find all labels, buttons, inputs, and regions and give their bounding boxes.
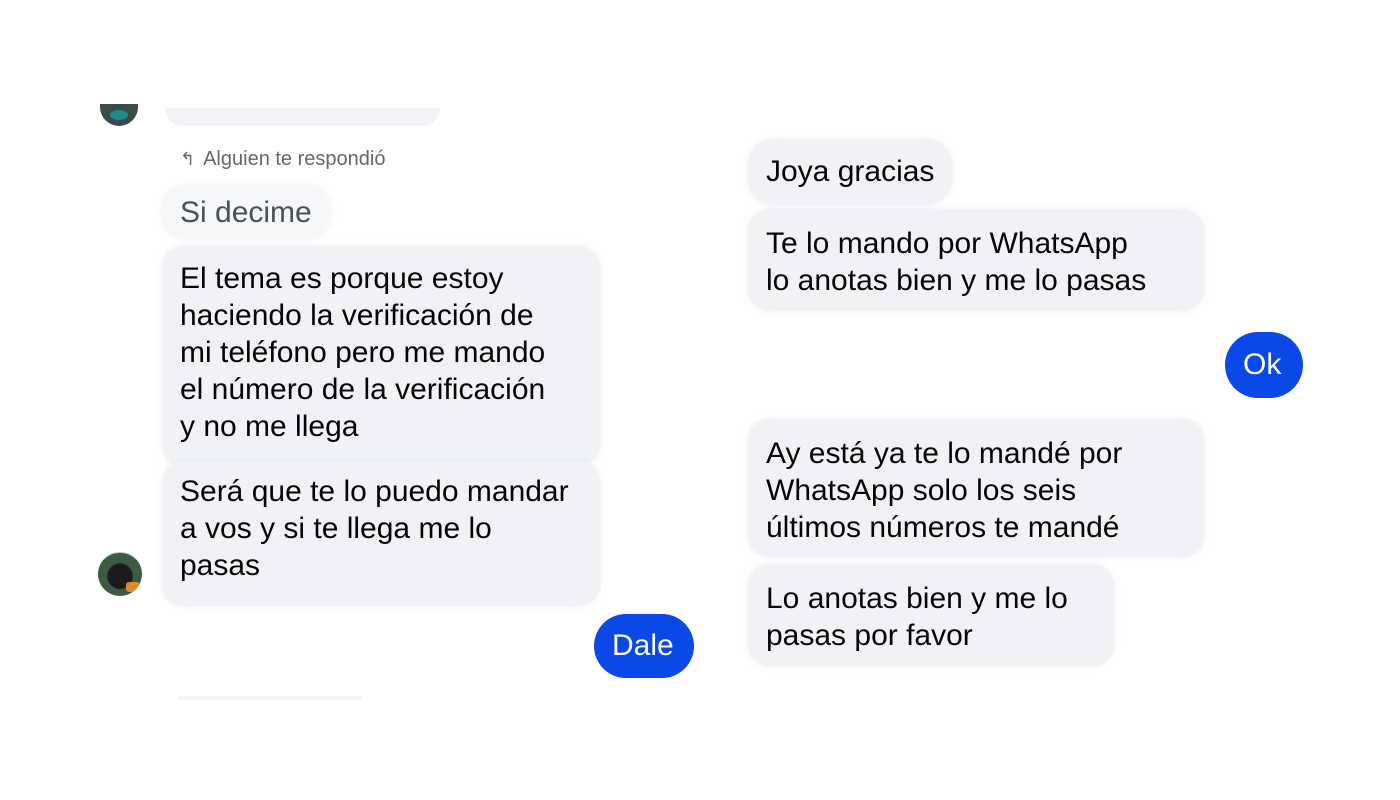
received-message[interactable]: Lo anotas bien y me lo pasas por favor <box>748 564 1114 666</box>
message-line: lo anotas bien y me lo pasas <box>766 264 1147 297</box>
received-message[interactable]: Te lo mando por WhatsApp lo anotas bien … <box>748 209 1204 311</box>
received-message[interactable]: Ay está ya te lo mandé por WhatsApp solo… <box>748 419 1204 557</box>
reply-note-text: Alguien te respondió <box>203 148 386 170</box>
received-message[interactable]: Joya gracias <box>748 139 953 205</box>
message-line: el número de la verificación <box>180 373 546 406</box>
message-line: Si decime <box>180 196 312 229</box>
received-message[interactable]: Será que te lo puedo mandar a vos y si t… <box>162 461 600 606</box>
sender-avatar[interactable] <box>98 552 142 596</box>
message-line: Será que te lo puedo mandar <box>180 475 569 508</box>
message-line: WhatsApp solo los seis <box>766 474 1077 507</box>
reply-note: ↰ Alguien te respondió <box>180 148 385 171</box>
message-line: pasas <box>180 549 261 582</box>
faded-divider <box>178 696 363 700</box>
received-message[interactable]: El tema es porque estoy haciendo la veri… <box>162 246 600 466</box>
reply-arrow-icon: ↰ <box>180 149 196 169</box>
message-line: mi teléfono pero me mando <box>180 336 546 369</box>
message-line: pasas por favor <box>766 619 973 652</box>
left-avatar-partial <box>100 104 138 126</box>
message-line: y no me llega <box>180 410 359 443</box>
message-line: Dale <box>612 629 674 662</box>
received-message[interactable]: Si decime <box>162 186 330 238</box>
message-line: últimos números te mandé <box>766 511 1120 544</box>
message-line: Joya gracias <box>766 155 935 188</box>
previous-message-edge <box>165 108 440 126</box>
message-line: Lo anotas bien y me lo <box>766 582 1068 615</box>
message-line: Te lo mando por WhatsApp <box>766 227 1128 260</box>
message-line: a vos y si te llega me lo <box>180 512 492 545</box>
sent-message[interactable]: Ok <box>1225 332 1303 398</box>
message-line: haciendo la verificación de <box>180 299 534 332</box>
message-line: El tema es porque estoy <box>180 262 504 295</box>
message-line: Ok <box>1243 348 1282 381</box>
sent-message[interactable]: Dale <box>594 614 694 678</box>
message-line: Ay está ya te lo mandé por <box>766 437 1123 470</box>
